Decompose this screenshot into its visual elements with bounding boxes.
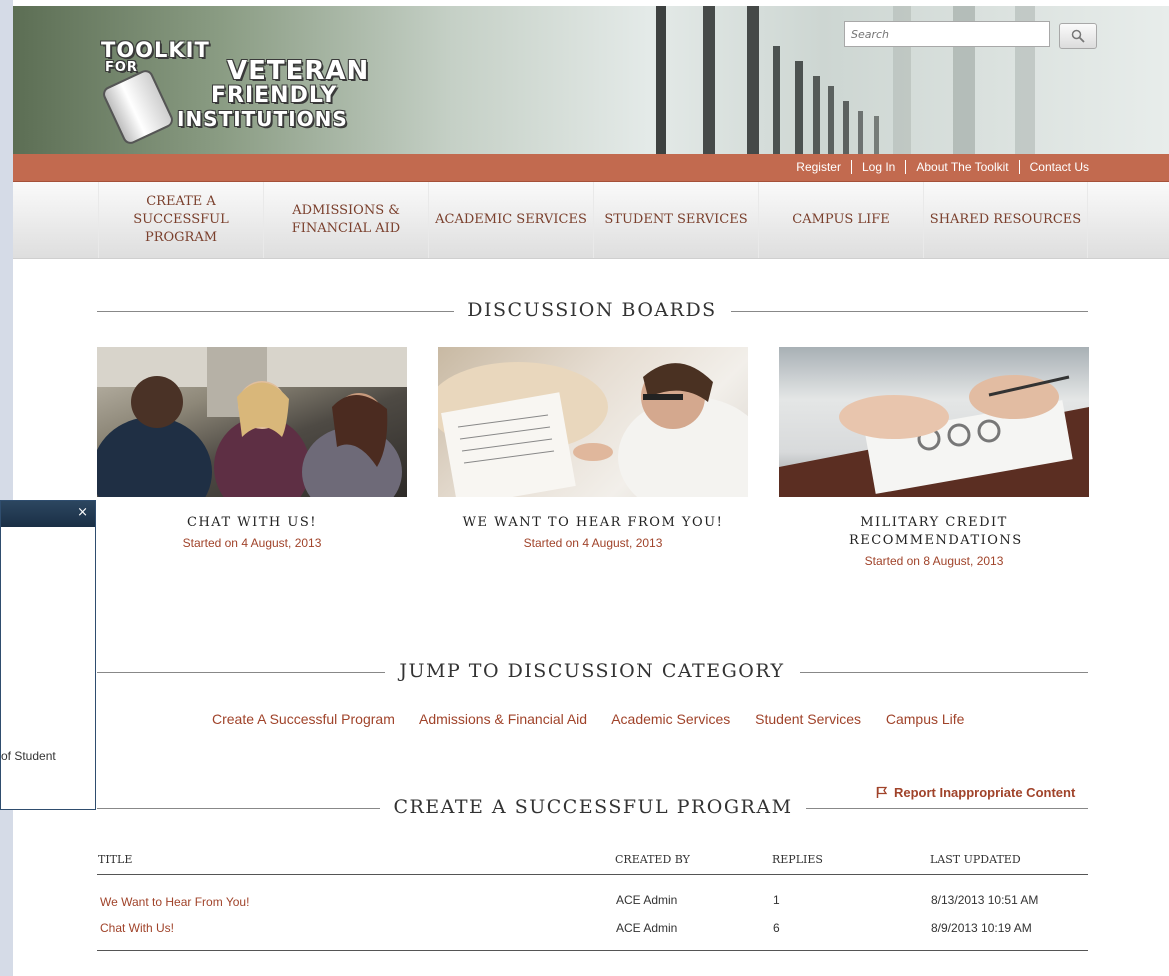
- register-link[interactable]: Register: [796, 160, 841, 174]
- last-updated: 8/13/2013 10:51 AM: [931, 893, 1039, 907]
- heading-rule: [97, 808, 380, 809]
- heading-rule: [806, 808, 1088, 809]
- header-banner: TOOLKIT FOR VETERAN FRIENDLY INSTITUTION…: [13, 6, 1169, 154]
- contact-link[interactable]: Contact Us: [1030, 160, 1089, 174]
- category-link[interactable]: Campus Life: [886, 711, 965, 727]
- search-input[interactable]: [844, 21, 1050, 47]
- heading-rule: [800, 672, 1088, 673]
- nav-shared-resources[interactable]: SHARED RESOURCES: [923, 182, 1088, 258]
- report-content-link[interactable]: Report Inappropriate Content: [876, 785, 1075, 800]
- dialog-text: of Student: [1, 749, 56, 763]
- logo-toolkit: TOOLKIT: [101, 38, 210, 62]
- left-strip: [0, 0, 13, 976]
- created-by: ACE Admin: [616, 921, 678, 935]
- logo-for: FOR: [105, 60, 138, 75]
- column-header-last-updated[interactable]: LAST UPDATED: [930, 853, 1021, 866]
- column-header-title[interactable]: TITLE: [98, 853, 132, 866]
- document-review-illustration: [438, 362, 748, 497]
- scroll-icon: [100, 67, 176, 147]
- column-header-created-by[interactable]: CREATED BY: [615, 853, 690, 866]
- nav-create-program[interactable]: CREATE A SUCCESSFUL PROGRAM: [98, 182, 263, 258]
- military-credit-image[interactable]: [779, 347, 1089, 497]
- nav-admissions[interactable]: ADMISSIONS & FINANCIAL AID: [263, 182, 428, 258]
- nav-campus-life[interactable]: CAMPUS LIFE: [758, 182, 923, 258]
- people-illustration: [97, 347, 407, 497]
- created-by: ACE Admin: [616, 893, 678, 907]
- card-title[interactable]: CHAT WITH US!: [97, 514, 407, 532]
- card-date: Started on 4 August, 2013: [182, 536, 322, 550]
- heading-rule: [97, 311, 454, 312]
- chat-with-us-image[interactable]: [97, 347, 407, 497]
- divider: [1018, 160, 1020, 174]
- divider: [905, 160, 907, 174]
- discussion-boards-heading: DISCUSSION BOARDS: [467, 299, 717, 321]
- last-updated: 8/9/2013 10:19 AM: [931, 921, 1032, 935]
- category-link[interactable]: Academic Services: [611, 711, 730, 727]
- replies-count: 1: [773, 893, 780, 907]
- table-header-rule: [97, 874, 1088, 875]
- heading-rule: [97, 672, 385, 673]
- category-link[interactable]: Admissions & Financial Aid: [419, 711, 587, 727]
- topic-link[interactable]: We Want to Hear From You!: [100, 895, 249, 909]
- replies-count: 6: [773, 921, 780, 935]
- flag-icon: [876, 786, 888, 798]
- utility-bar: Register Log In About The Toolkit Contac…: [13, 154, 1169, 182]
- search-icon: [1071, 29, 1085, 43]
- report-label: Report Inappropriate Content: [894, 785, 1076, 800]
- binder-writing-illustration: [779, 375, 1089, 497]
- card-title[interactable]: MILITARY CREDIT RECOMMENDATIONS: [779, 514, 1089, 550]
- column-header-replies[interactable]: REPLIES: [772, 853, 823, 866]
- table-bottom-rule: [97, 950, 1088, 951]
- utility-links: Register Log In About The Toolkit Contac…: [796, 160, 1089, 174]
- category-link[interactable]: Create A Successful Program: [212, 711, 395, 727]
- close-icon[interactable]: ×: [77, 505, 88, 520]
- hear-from-you-image[interactable]: [438, 347, 748, 497]
- card-title[interactable]: WE WANT TO HEAR FROM YOU!: [438, 514, 748, 532]
- about-link[interactable]: About The Toolkit: [916, 160, 1008, 174]
- main-nav: CREATE A SUCCESSFUL PROGRAM ADMISSIONS &…: [13, 182, 1169, 259]
- card-date: Started on 4 August, 2013: [523, 536, 663, 550]
- category-link[interactable]: Student Services: [755, 711, 861, 727]
- heading-rule: [731, 311, 1088, 312]
- side-dialog: × of Student: [0, 500, 96, 810]
- topic-link[interactable]: Chat With Us!: [100, 921, 174, 935]
- card-date: Started on 8 August, 2013: [864, 554, 1004, 568]
- dialog-titlebar: ×: [1, 501, 95, 527]
- jump-heading: JUMP TO DISCUSSION CATEGORY: [399, 660, 785, 682]
- divider: [850, 160, 852, 174]
- logo-veteran: VETERAN: [227, 56, 370, 86]
- nav-academic-services[interactable]: ACADEMIC SERVICES: [428, 182, 593, 258]
- site-logo[interactable]: TOOLKIT FOR VETERAN FRIENDLY INSTITUTION…: [93, 38, 393, 147]
- program-heading: CREATE A SUCCESSFUL PROGRAM: [393, 796, 793, 818]
- logo-institutions: INSTITUTIONS: [177, 107, 348, 131]
- search-button[interactable]: [1059, 23, 1097, 49]
- logo-friendly: FRIENDLY: [211, 83, 338, 108]
- nav-student-services[interactable]: STUDENT SERVICES: [593, 182, 758, 258]
- login-link[interactable]: Log In: [862, 160, 895, 174]
- category-links: Create A Successful Program Admissions &…: [212, 711, 985, 727]
